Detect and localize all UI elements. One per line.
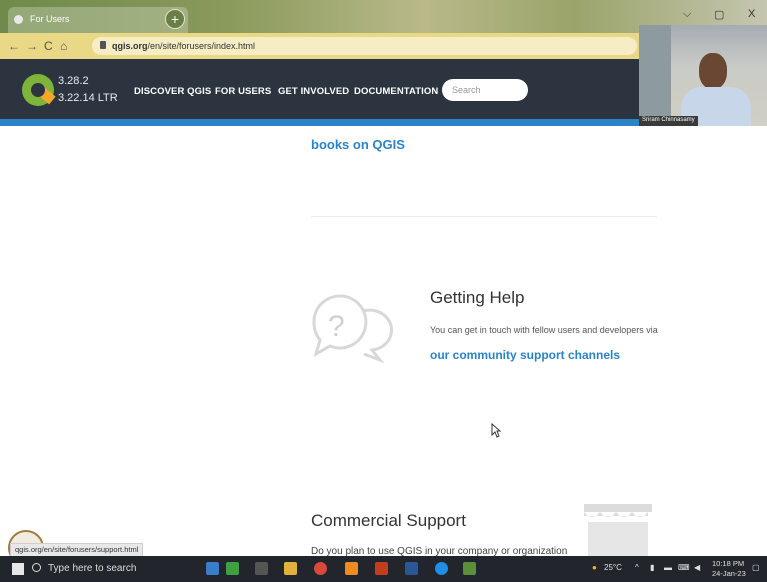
powerpoint-icon[interactable]	[375, 562, 388, 575]
search-icon	[32, 563, 41, 572]
version-info: 3.28.2 3.22.14 LTR	[58, 73, 118, 107]
taskbar-app-icon[interactable]	[226, 562, 239, 575]
version-ltr[interactable]: 3.22.14 LTR	[58, 90, 118, 107]
taskbar-app-icon[interactable]	[206, 562, 219, 575]
status-url: qgis.org/en/site/forusers/support.html	[10, 543, 144, 557]
header-accent-strip	[0, 119, 660, 126]
chrome-icon[interactable]	[314, 562, 327, 575]
word-icon[interactable]	[405, 562, 418, 575]
edge-icon[interactable]	[435, 562, 448, 575]
browser-tab[interactable]: For Users ×	[8, 7, 188, 33]
weather-icon: ●	[592, 563, 597, 572]
volume-icon[interactable]: ◀	[694, 563, 700, 572]
new-tab-button[interactable]: +	[165, 9, 185, 29]
page-content: books on QGIS ? Getting Help You can get…	[0, 126, 767, 557]
notifications-icon[interactable]: ▢	[752, 563, 760, 572]
keyboard-icon[interactable]: ⌨	[678, 563, 690, 572]
webcam-overlay: Sriram Chinnasamy	[639, 25, 767, 128]
taskbar-search-placeholder: Type here to search	[48, 563, 137, 574]
books-link[interactable]: books on QGIS	[311, 137, 405, 152]
nav-documentation[interactable]: DOCUMENTATION	[354, 86, 438, 97]
nav-for-users[interactable]: FOR USERS	[215, 86, 271, 97]
windows-start-icon[interactable]	[12, 563, 24, 575]
taskbar-clock[interactable]: 10:18 PM 24-Jan-23	[712, 559, 746, 579]
search-input[interactable]: Search	[442, 79, 528, 101]
getting-help-text: You can get in touch with fellow users a…	[430, 325, 658, 335]
qgis-favicon-icon	[14, 15, 23, 24]
lock-icon	[100, 41, 106, 49]
home-icon[interactable]: ⌂	[60, 39, 67, 53]
community-support-link[interactable]: our community support channels	[430, 348, 620, 362]
qgis-taskbar-icon[interactable]	[463, 562, 476, 575]
clock-date: 24-Jan-23	[712, 569, 746, 578]
task-view-icon[interactable]	[255, 562, 268, 575]
tray-chevron-icon[interactable]: ^	[635, 563, 639, 572]
back-icon[interactable]: ←	[8, 39, 20, 53]
clock-time: 10:18 PM	[712, 559, 745, 568]
minimize-icon[interactable]: ⌵	[683, 8, 691, 21]
nav-discover-qgis[interactable]: DISCOVER QGIS	[134, 86, 211, 97]
getting-help-title: Getting Help	[430, 288, 525, 307]
file-explorer-icon[interactable]	[284, 562, 297, 575]
presenter-head	[699, 53, 727, 89]
network-icon[interactable]: ▬	[664, 563, 672, 572]
battery-icon[interactable]: ▮	[650, 563, 654, 572]
section-divider	[311, 216, 657, 217]
shop-storefront-icon	[584, 504, 652, 556]
url-path: /en/site/forusers/index.html	[147, 41, 256, 51]
commercial-support-title: Commercial Support	[311, 511, 466, 530]
forward-icon[interactable]: →	[26, 39, 38, 53]
windows-taskbar: Type here to search ● 25°C ^ ▮ ▬ ⌨ ◀ 10:…	[0, 556, 767, 582]
nav-get-involved[interactable]: GET INVOLVED	[278, 86, 349, 97]
svg-text:?: ?	[328, 310, 345, 343]
taskbar-app-icon[interactable]	[345, 562, 358, 575]
url-field[interactable]: qgis.org/en/site/forusers/index.html	[92, 37, 637, 55]
version-latest[interactable]: 3.28.2	[58, 73, 118, 90]
help-bubbles-icon: ?	[312, 294, 394, 364]
qgis-logo[interactable]	[22, 74, 56, 106]
taskbar-search-input[interactable]: Type here to search	[32, 559, 182, 579]
url-host: qgis.org	[112, 41, 148, 51]
mouse-pointer-icon	[491, 423, 501, 438]
maximize-icon[interactable]: ▢	[714, 8, 724, 21]
tab-title: For Users	[30, 14, 70, 24]
reload-icon[interactable]: C	[44, 39, 53, 53]
close-window-icon[interactable]: X	[748, 8, 755, 20]
weather-temp[interactable]: 25°C	[604, 563, 622, 572]
